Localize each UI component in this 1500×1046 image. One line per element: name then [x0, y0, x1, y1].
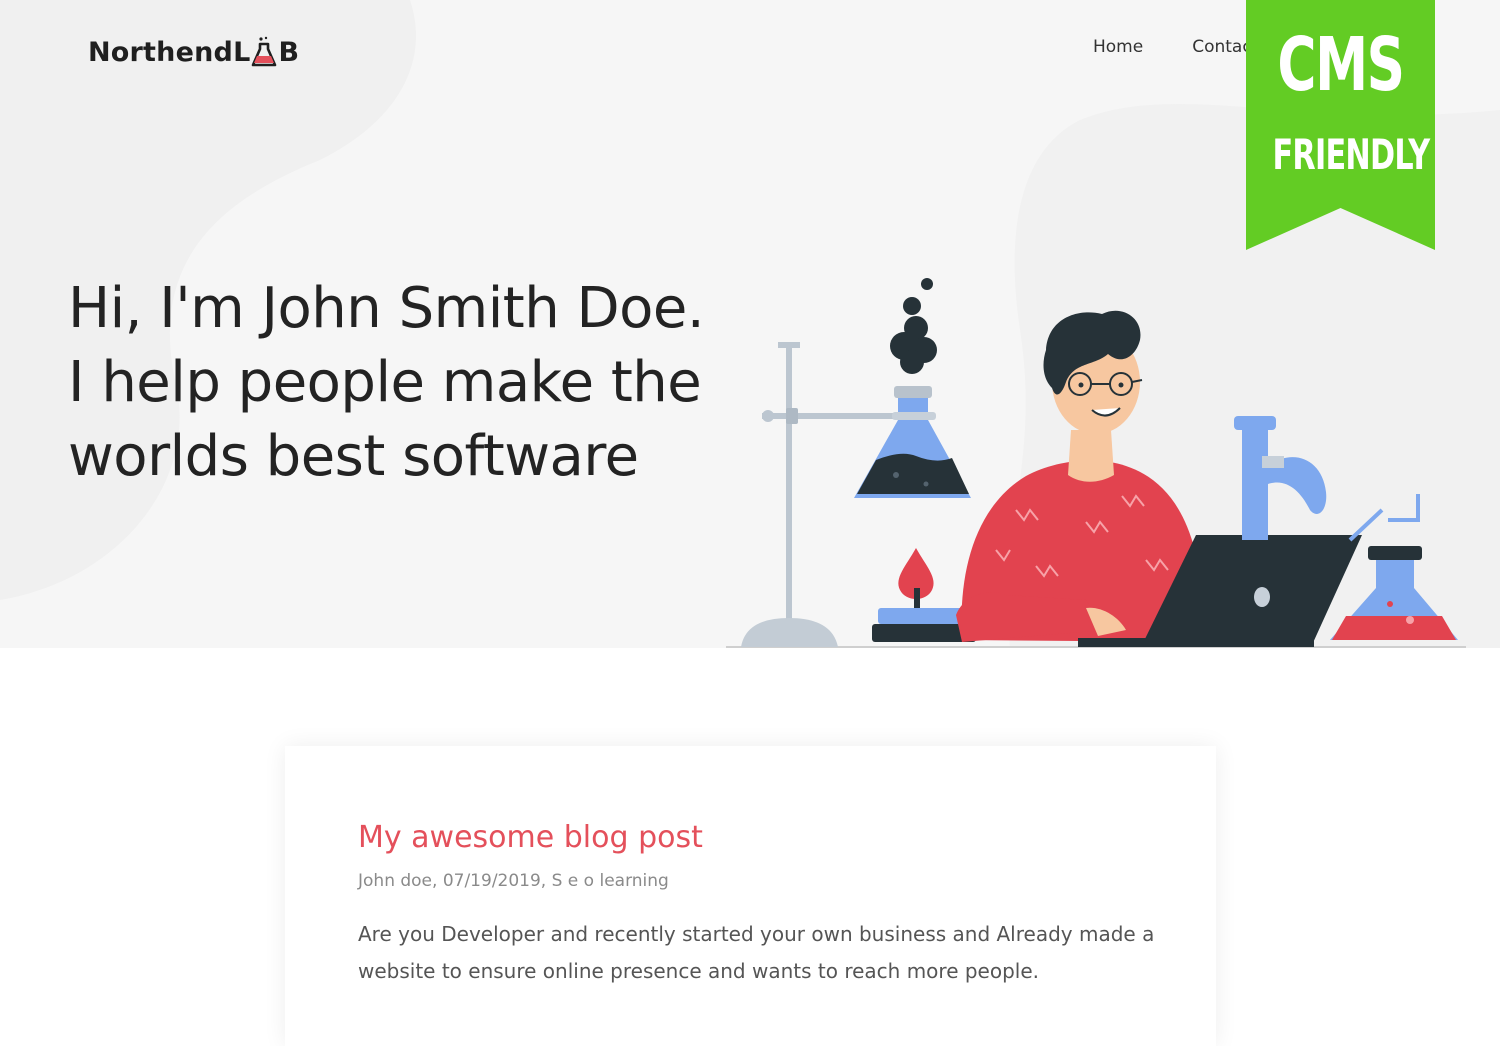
headline-line-3: worlds best software [68, 424, 639, 489]
post-meta: John doe, 07/19/2019, S e o learning [358, 871, 669, 891]
headline-line-2: I help people make the [68, 350, 702, 415]
cms-friendly-badge: CMS FRIENDLY [1246, 0, 1435, 250]
post-title-link[interactable]: My awesome blog post [358, 820, 703, 855]
blog-post-card: My awesome blog post John doe, 07/19/201… [285, 746, 1216, 1046]
site-logo[interactable]: Northend L B [88, 36, 299, 68]
nav-home-link[interactable]: Home [1093, 37, 1143, 57]
badge-line-1: CMS [1277, 22, 1405, 108]
logo-text-b: B [278, 37, 300, 68]
main-nav: Home Contact [1093, 37, 1258, 57]
logo-text-l: L [233, 37, 251, 68]
headline-line-1: Hi, I'm John Smith Doe. [68, 276, 705, 341]
flask-logo-icon [252, 36, 277, 67]
hero-headline: Hi, I'm John Smith Doe. I help people ma… [68, 272, 705, 494]
post-excerpt: Are you Developer and recently started y… [358, 922, 1155, 983]
badge-line-2: FRIENDLY [1272, 130, 1430, 179]
scientist-illustration [726, 278, 1466, 648]
logo-text-northend: Northend [88, 37, 234, 68]
